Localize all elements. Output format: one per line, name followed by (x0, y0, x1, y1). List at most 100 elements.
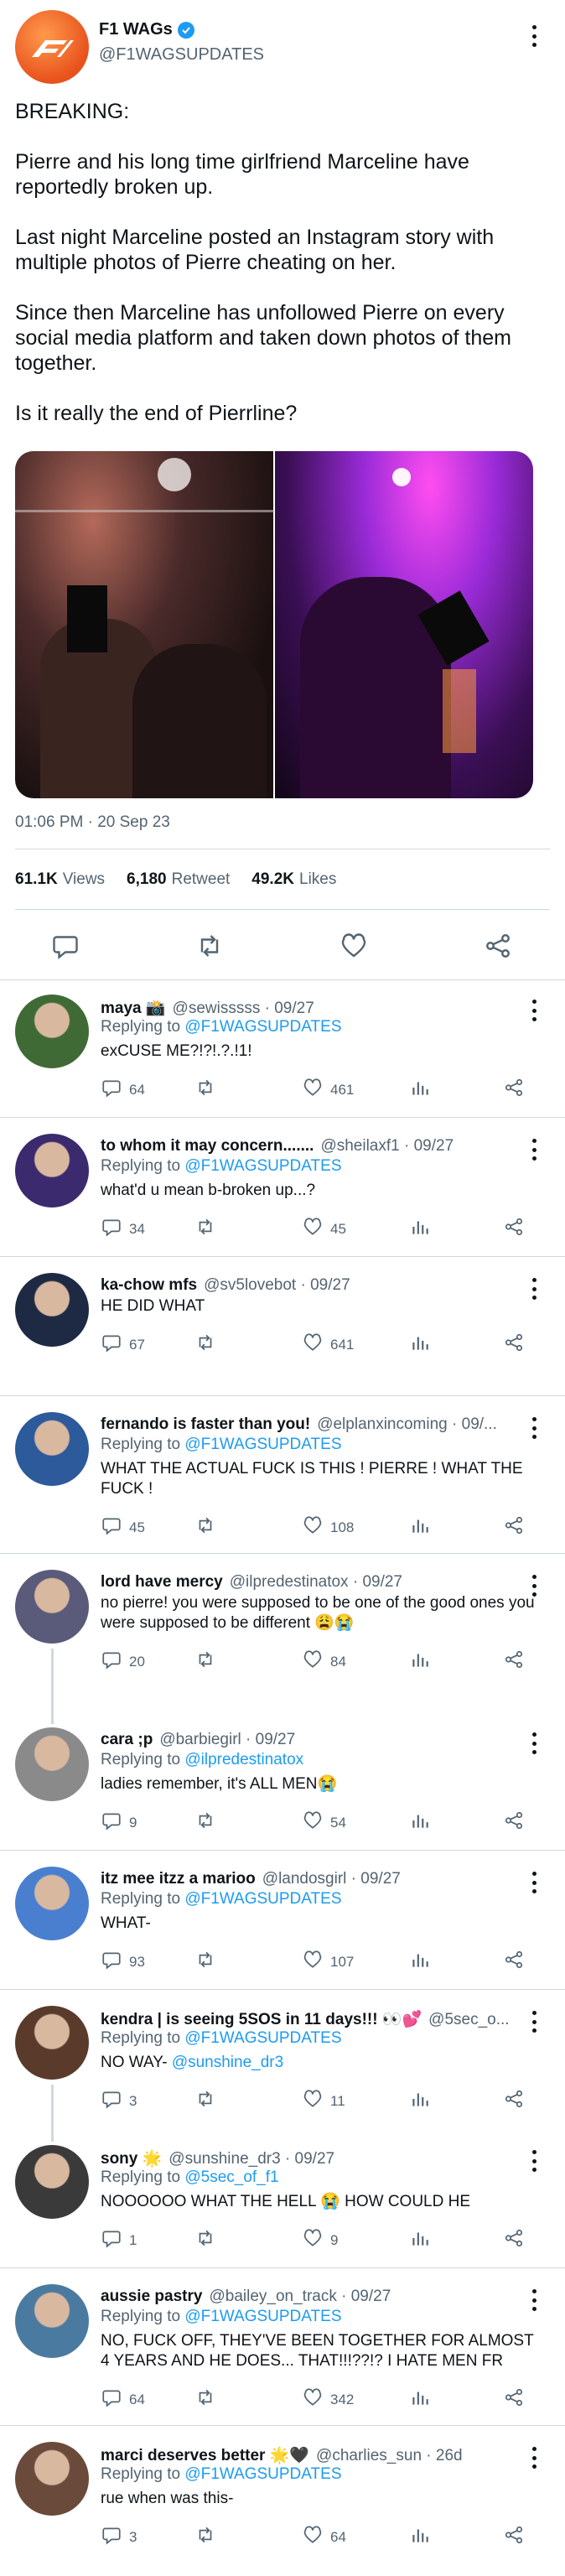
author-name-row[interactable]: F1 WAGs (99, 20, 194, 39)
more-icon[interactable] (531, 1872, 536, 1893)
replying-to-handle[interactable]: @F1WAGSUPDATES (184, 1890, 341, 1908)
reply-like-action[interactable]: 108 (302, 1514, 354, 1540)
more-icon[interactable] (531, 1000, 536, 1021)
reply-avatar[interactable] (15, 1727, 89, 1801)
reply-avatar[interactable] (15, 1134, 89, 1208)
reply-avatar[interactable] (15, 1273, 89, 1347)
reply-avatar[interactable] (15, 2284, 89, 2358)
retweets-stat[interactable]: 6,180 Retweet (127, 870, 230, 889)
reply-author-name[interactable]: cara ;p (101, 1731, 153, 1748)
reply-avatar[interactable] (15, 1867, 89, 1940)
reply-views-action[interactable] (409, 1514, 431, 1540)
more-icon[interactable] (531, 1417, 536, 1439)
reply-views-action[interactable] (409, 1077, 431, 1103)
reply-views-action[interactable] (409, 1649, 431, 1675)
reply-like-action[interactable]: 84 (302, 1649, 346, 1675)
replying-to-handle[interactable]: @5sec_of_f1 (184, 2168, 278, 2186)
reply-comment-action[interactable]: 64 (101, 2386, 145, 2412)
reply-avatar[interactable] (15, 2442, 89, 2516)
reply-author-name[interactable]: maya 📸 (101, 1000, 166, 1017)
reply-views-action[interactable] (409, 2386, 431, 2412)
reply-views-action[interactable] (409, 1216, 431, 1242)
views-stat[interactable]: 61.1K Views (15, 870, 105, 889)
reply-avatar[interactable] (15, 995, 89, 1068)
reply-share-action[interactable] (503, 1077, 525, 1103)
more-icon[interactable] (531, 2011, 536, 2033)
reply-comment-action[interactable]: 64 (101, 1077, 145, 1103)
reply-views-action[interactable] (409, 1949, 431, 1975)
reply-mention[interactable]: @sunshine_dr3 (172, 2054, 283, 2071)
reply-comment-action[interactable]: 20 (101, 1649, 145, 1675)
reply-author-name[interactable]: to whom it may concern....... (101, 1137, 314, 1155)
replying-to-handle[interactable]: @F1WAGSUPDATES (184, 1436, 341, 1453)
reply-author-name[interactable]: aussie pastry (101, 2288, 202, 2305)
reply-author-name[interactable]: lord have mercy (101, 1573, 223, 1591)
reply-comment-action[interactable]: 9 (101, 1810, 137, 1836)
reply-views-action[interactable] (409, 2524, 431, 2550)
reply-retweet-action[interactable] (194, 1332, 223, 1358)
reply-retweet-action[interactable] (194, 1810, 223, 1836)
reply-views-action[interactable] (409, 2227, 431, 2253)
reply-author-name[interactable]: fernando is faster than you! (101, 1415, 310, 1433)
reply-views-action[interactable] (409, 1332, 431, 1358)
reply-avatar[interactable] (15, 2006, 89, 2080)
likes-stat[interactable]: 49.2K Likes (251, 870, 336, 889)
reply-like-action[interactable]: 342 (302, 2386, 354, 2412)
reply-author-name[interactable]: itz mee itzz a marioo (101, 1870, 256, 1888)
reply-share-action[interactable] (503, 1216, 525, 1242)
reply-share-action[interactable] (503, 2088, 525, 2114)
reply-retweet-action[interactable] (194, 2524, 223, 2550)
replying-to-handle[interactable]: @F1WAGSUPDATES (184, 2029, 341, 2047)
reply-share-action[interactable] (503, 1949, 525, 1975)
reply-retweet-action[interactable] (194, 2227, 223, 2253)
reply-avatar[interactable] (15, 1412, 89, 1486)
replying-to-handle[interactable]: @F1WAGSUPDATES (184, 2465, 341, 2483)
f1-wags-avatar[interactable] (15, 10, 89, 84)
tweet-media[interactable] (15, 451, 533, 798)
reply-retweet-action[interactable] (194, 1077, 223, 1103)
reply-author-name[interactable]: kendra | is seeing 5SOS in 11 days!!! 👀💕 (101, 2011, 422, 2028)
replying-to-handle[interactable]: @F1WAGSUPDATES (184, 2308, 341, 2325)
reply-retweet-action[interactable] (194, 1514, 223, 1540)
reply-comment-action[interactable]: 34 (101, 1216, 145, 1242)
more-icon[interactable] (531, 2289, 536, 2311)
more-icon[interactable] (531, 25, 536, 47)
reply-like-action[interactable]: 461 (302, 1077, 354, 1103)
more-icon[interactable] (531, 2447, 536, 2469)
reply-comment-action[interactable]: 1 (101, 2227, 137, 2253)
reply-views-action[interactable] (409, 2088, 431, 2114)
reply-retweet-action[interactable] (194, 1949, 223, 1975)
reply-share-action[interactable] (503, 1514, 525, 1540)
reply-share-action[interactable] (503, 2227, 525, 2253)
reply-share-action[interactable] (503, 1649, 525, 1675)
reply-share-action[interactable] (503, 2386, 525, 2412)
replying-to-handle[interactable]: @F1WAGSUPDATES (184, 1018, 341, 1036)
replying-to-handle[interactable]: @F1WAGSUPDATES (184, 1157, 341, 1175)
reply-like-action[interactable]: 107 (302, 1949, 354, 1975)
reply-comment-action[interactable]: 93 (101, 1949, 145, 1975)
reply-retweet-action[interactable] (194, 2088, 223, 2114)
reply-like-action[interactable]: 45 (302, 1216, 346, 1242)
reply-like-action[interactable]: 9 (302, 2227, 338, 2253)
heart-icon[interactable] (339, 931, 369, 961)
reply-like-action[interactable]: 641 (302, 1332, 354, 1358)
reply-retweet-action[interactable] (194, 1216, 223, 1242)
reply-author-name[interactable]: sony 🌟 (101, 2150, 162, 2168)
reply-like-action[interactable]: 64 (302, 2524, 346, 2550)
media-photo-2[interactable] (275, 451, 533, 798)
reply-like-action[interactable]: 11 (302, 2088, 345, 2114)
share-icon[interactable] (483, 931, 513, 961)
reply-comment-action[interactable]: 3 (101, 2524, 137, 2550)
reply-author-name[interactable]: ka-chow mfs (101, 1276, 197, 1294)
retweet-icon[interactable] (194, 931, 225, 961)
reply-retweet-action[interactable] (194, 1649, 223, 1675)
reply-icon[interactable] (50, 931, 80, 961)
more-icon[interactable] (531, 2150, 536, 2172)
reply-author-name[interactable]: marci deserves better 🌟🖤 (101, 2447, 309, 2464)
replying-to-handle[interactable]: @ilpredestinatox (184, 1751, 303, 1768)
reply-views-action[interactable] (409, 1810, 431, 1836)
reply-retweet-action[interactable] (194, 2386, 223, 2412)
media-photo-1[interactable] (15, 451, 274, 798)
reply-like-action[interactable]: 54 (302, 1810, 346, 1836)
reply-share-action[interactable] (503, 1810, 525, 1836)
